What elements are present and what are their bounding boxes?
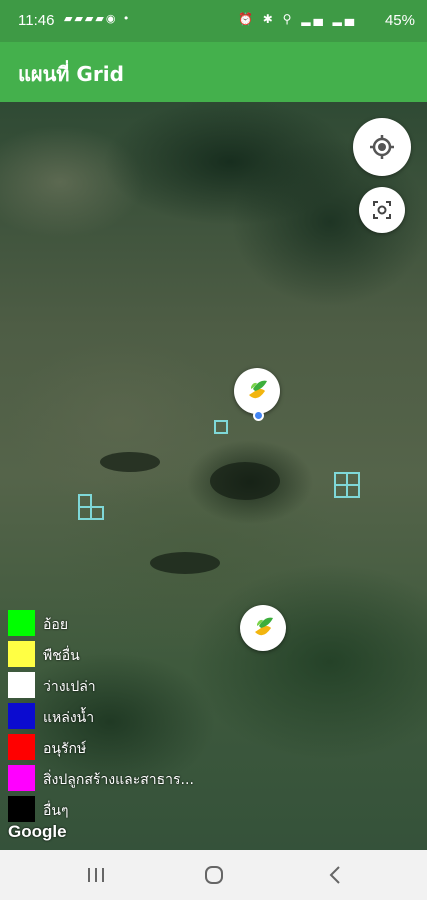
status-bar: 11:46 ▰▰▰▰◉ • ⏰ ✱ ⚲ ▂▄ ▂▄ 45% bbox=[0, 0, 427, 42]
focus-frame-icon bbox=[373, 201, 391, 219]
current-location-dot bbox=[253, 410, 264, 421]
legend-swatch bbox=[8, 641, 35, 667]
legend-label: อ้อย bbox=[43, 617, 69, 633]
notification-icons: ▰▰▰▰◉ • bbox=[64, 12, 132, 25]
grid-cell[interactable] bbox=[346, 484, 360, 498]
legend-item-water: แหล่งน้ำ bbox=[8, 701, 228, 732]
home-icon bbox=[205, 866, 223, 884]
legend-label: อนุรักษ์ bbox=[43, 741, 87, 757]
back-chevron-icon bbox=[329, 866, 340, 884]
legend-item-others: อื่นๆ bbox=[8, 794, 228, 825]
legend-swatch bbox=[8, 734, 35, 760]
farm-marker-icon[interactable] bbox=[240, 605, 286, 651]
legend-swatch bbox=[8, 672, 35, 698]
legend-label: พืชอื่น bbox=[43, 648, 80, 664]
sugarcane-logo-icon bbox=[249, 380, 267, 399]
sugarcane-logo-icon bbox=[255, 617, 273, 636]
legend-item-sugarcane: อ้อย bbox=[8, 608, 228, 639]
gps-target-icon bbox=[370, 135, 394, 159]
satellite-map[interactable]: อ้อย พืชอื่น ว่างเปล่า แหล่งน้ำ อนุรักษ์… bbox=[0, 102, 427, 850]
legend-item-other-crops: พืชอื่น bbox=[8, 639, 228, 670]
map-dark-area bbox=[210, 462, 280, 500]
legend-item-buildings: สิ่งปลูกสร้างและสาธาร... bbox=[8, 763, 228, 794]
legend-item-conservation: อนุรักษ์ bbox=[8, 732, 228, 763]
home-button[interactable] bbox=[194, 862, 234, 888]
google-logo: Google bbox=[8, 822, 67, 841]
legend-swatch bbox=[8, 703, 35, 729]
recent-apps-button[interactable] bbox=[76, 862, 116, 888]
grid-cell[interactable] bbox=[90, 506, 104, 520]
page-title: แผนที่ Grid bbox=[18, 62, 124, 86]
farm-marker-icon[interactable] bbox=[234, 368, 280, 414]
zoom-to-fit-button[interactable] bbox=[359, 187, 405, 233]
grid-cell[interactable] bbox=[214, 420, 228, 434]
system-icons: ⏰ ✱ ⚲ ▂▄ ▂▄ bbox=[238, 12, 357, 26]
recent-apps-icon bbox=[88, 868, 104, 882]
legend-label: สิ่งปลูกสร้างและสาธาร... bbox=[43, 772, 194, 788]
my-location-button[interactable] bbox=[353, 118, 411, 176]
system-nav-bar bbox=[0, 850, 427, 900]
map-dark-area bbox=[150, 552, 220, 574]
map-legend: อ้อย พืชอื่น ว่างเปล่า แหล่งน้ำ อนุรักษ์… bbox=[8, 608, 228, 825]
back-button[interactable] bbox=[315, 862, 355, 888]
legend-label: อื่นๆ bbox=[43, 803, 69, 819]
status-time: 11:46 bbox=[18, 12, 55, 29]
legend-swatch bbox=[8, 765, 35, 791]
battery-level: 45% bbox=[384, 12, 415, 29]
legend-label: ว่างเปล่า bbox=[43, 679, 96, 695]
legend-item-empty: ว่างเปล่า bbox=[8, 670, 228, 701]
map-dark-area bbox=[100, 452, 160, 472]
legend-swatch bbox=[8, 610, 35, 636]
legend-label: แหล่งน้ำ bbox=[43, 710, 95, 726]
app-bar: แผนที่ Grid bbox=[0, 42, 427, 102]
legend-swatch bbox=[8, 796, 35, 822]
